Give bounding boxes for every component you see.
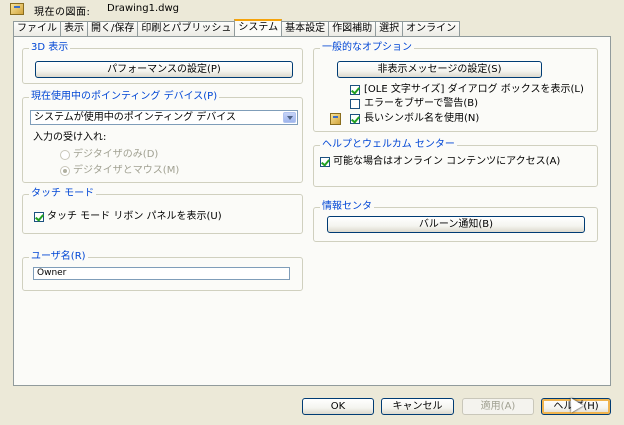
pointing-device-group-title: 現在使用中のポインティング デバイス(P) — [29, 91, 220, 103]
accept-input-label: 入力の受け入れ: — [33, 132, 107, 143]
digitizer-mouse-radio[interactable] — [60, 166, 70, 176]
touch-ribbon-checkbox[interactable] — [34, 212, 44, 222]
user-name-group-title: ユーザ名(R) — [29, 251, 88, 263]
tab-display[interactable]: 表示 — [60, 21, 88, 36]
ok-button[interactable]: OK — [302, 398, 374, 415]
long-symbol-names-checkbox[interactable] — [350, 114, 360, 124]
tab-open-save[interactable]: 開く/保存 — [87, 21, 139, 36]
tab-system[interactable]: システム — [234, 19, 283, 36]
ole-size-dialog-label: [OLE 文字サイズ] ダイアログ ボックスを表示(L) — [364, 84, 584, 95]
current-drawing-name: Drawing1.dwg — [107, 3, 179, 14]
online-content-label: 可能な場合はオンライン コンテンツにアクセス(A) — [333, 156, 561, 167]
pointing-device-selected: システムが使用中のポインティング デバイス — [34, 112, 236, 123]
drawing-file-icon — [10, 3, 24, 15]
help-welcome-group-title: ヘルプとウェルカム センター — [320, 139, 457, 151]
chevron-down-icon[interactable] — [283, 112, 296, 123]
user-name-field[interactable]: Owner — [33, 267, 290, 280]
touch-ribbon-label: タッチ モード リボン パネルを表示(U) — [47, 211, 222, 222]
online-content-checkbox[interactable] — [320, 157, 330, 167]
long-symbol-names-label: 長いシンボル名を使用(N) — [364, 113, 480, 124]
tab-drafting[interactable]: 作図補助 — [328, 21, 377, 36]
digitizer-mouse-label: デジタイザとマウス(M) — [73, 165, 180, 176]
digitizer-only-radio[interactable] — [60, 150, 70, 160]
ole-size-dialog-checkbox[interactable] — [350, 85, 360, 95]
graphics-group-title: 3D 表示 — [29, 42, 71, 54]
drawing-setting-icon — [330, 113, 341, 125]
tab-files[interactable]: ファイル — [13, 21, 61, 36]
hidden-messages-settings-button[interactable]: 非表示メッセージの設定(S) — [337, 61, 542, 78]
tab-user-preferences[interactable]: 基本設定 — [281, 21, 330, 36]
tab-online[interactable]: オンライン — [402, 21, 461, 36]
performance-settings-button[interactable]: パフォーマンスの設定(P) — [35, 61, 293, 78]
general-options-group-title: 一般的なオプション — [320, 42, 414, 54]
tab-plot-publish[interactable]: 印刷とパブリッシュ — [137, 21, 236, 36]
balloon-notification-button[interactable]: バルーン通知(B) — [327, 216, 585, 233]
error-beep-label: エラーをブザーで警告(B) — [364, 98, 479, 109]
pointing-device-select[interactable]: システムが使用中のポインティング デバイス — [30, 110, 298, 125]
error-beep-checkbox[interactable] — [350, 99, 360, 109]
cancel-button[interactable]: キャンセル — [381, 398, 454, 415]
digitizer-only-label: デジタイザのみ(D) — [73, 149, 159, 160]
info-center-group-title: 情報センタ — [320, 201, 374, 213]
options-tab-strip: ファイル 表示 開く/保存 印刷とパブリッシュ システム 基本設定 作図補助 選… — [13, 19, 461, 36]
current-drawing-label: 現在の図面: — [34, 7, 91, 18]
tab-selection[interactable]: 選択 — [375, 21, 404, 36]
apply-button[interactable]: 適用(A) — [462, 398, 534, 415]
touch-mode-group-title: タッチ モード — [29, 188, 97, 200]
